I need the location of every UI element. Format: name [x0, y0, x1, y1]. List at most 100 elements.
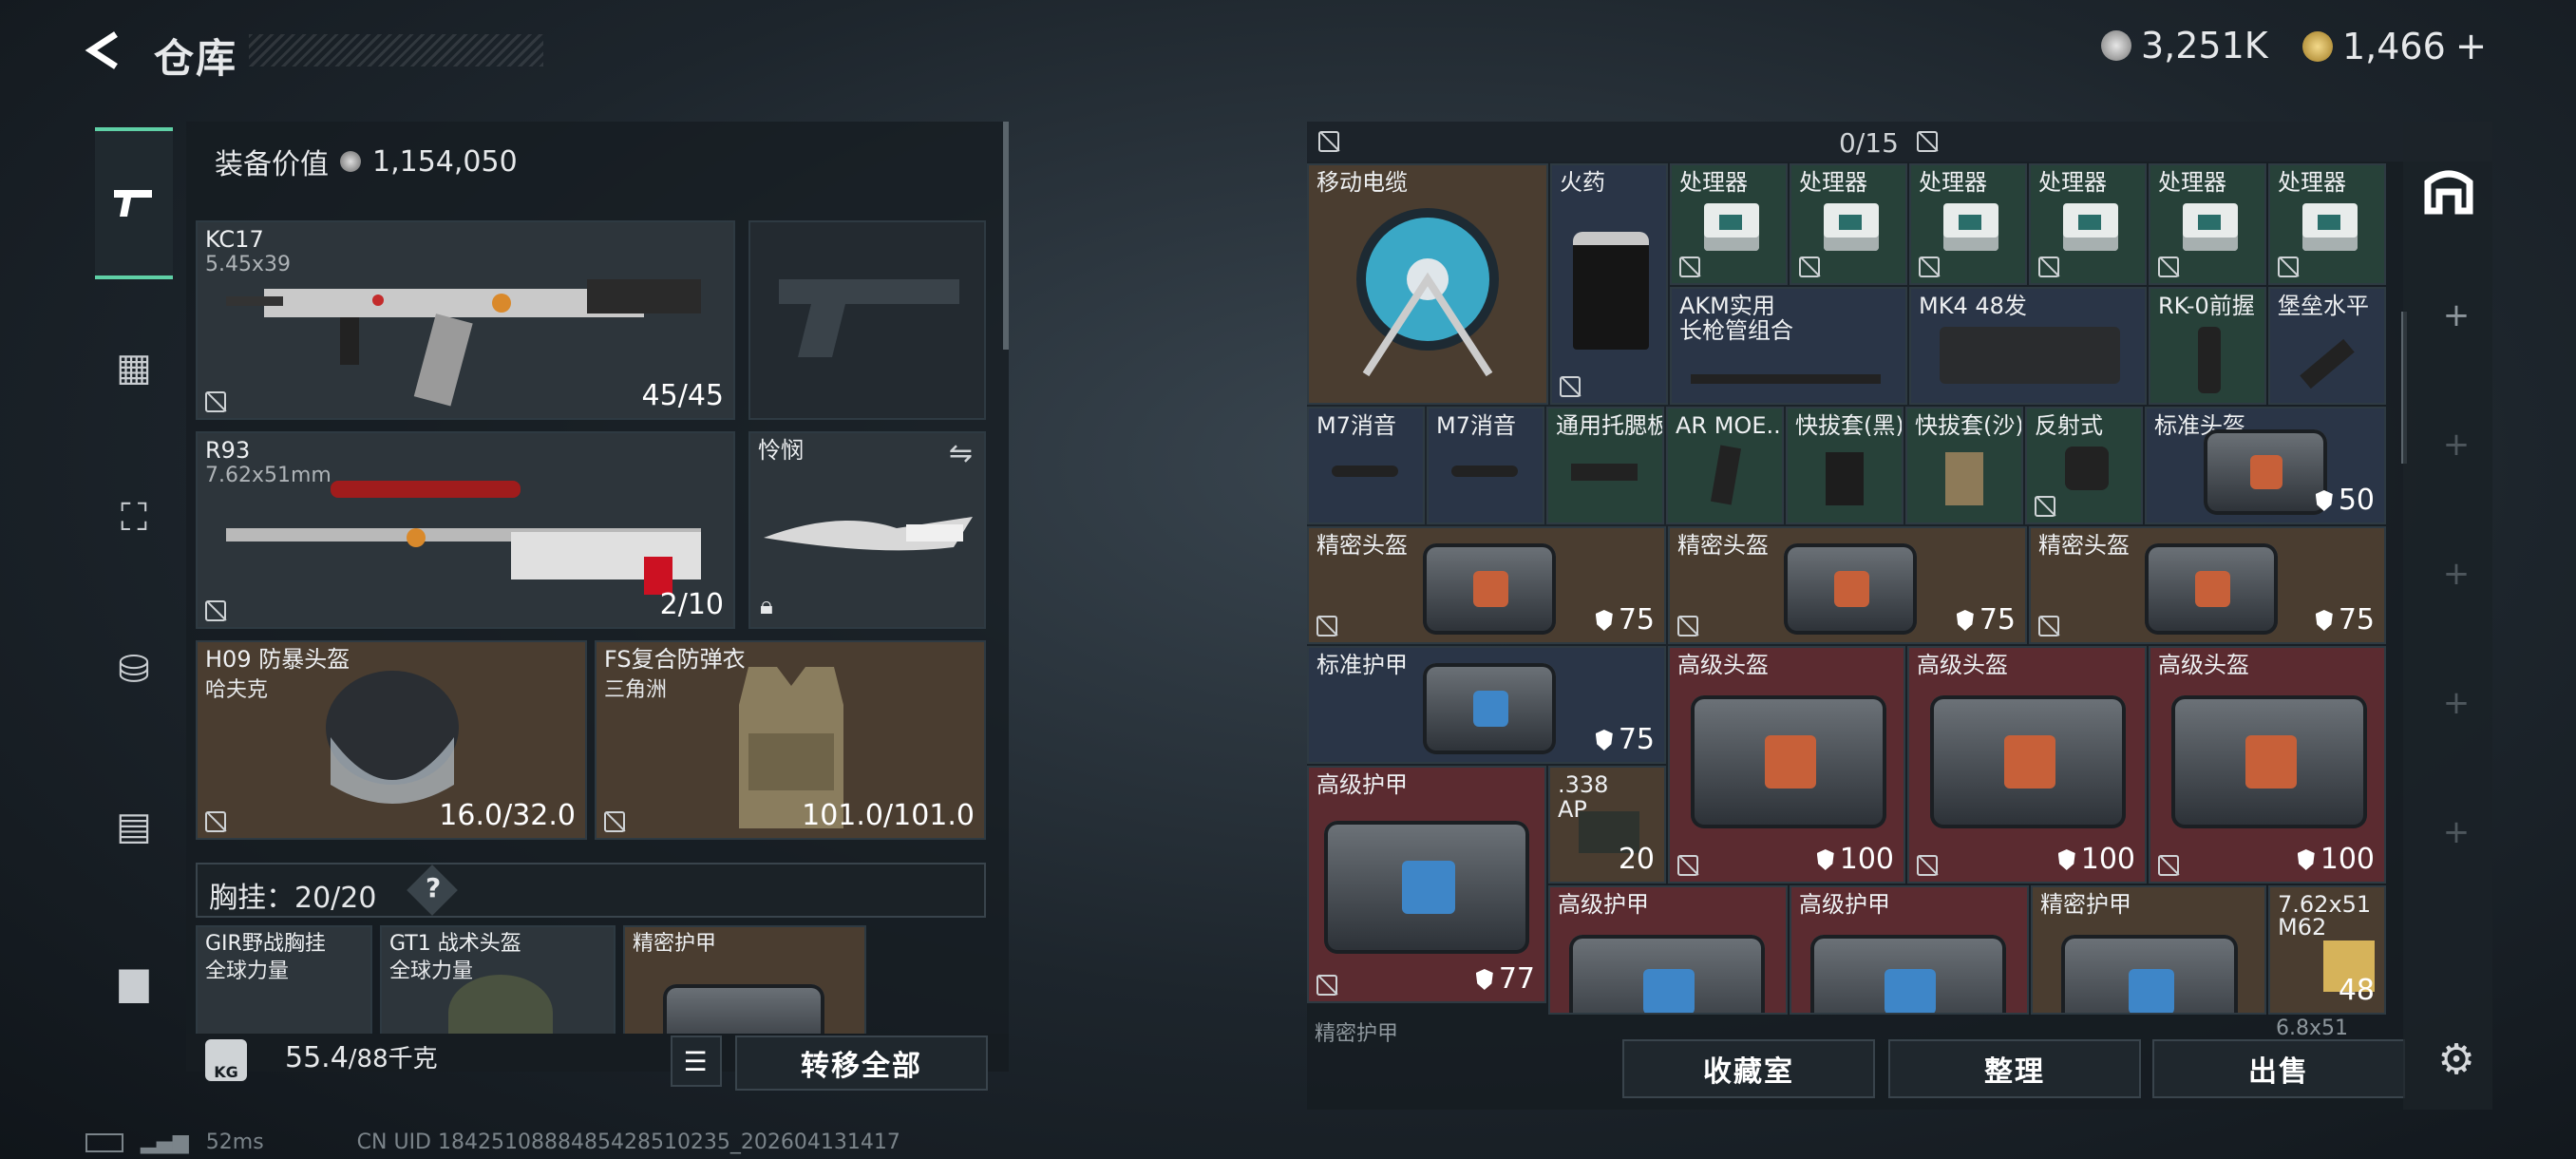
battery-icon [85, 1132, 123, 1152]
stash-item-ar-moe[interactable]: AR MOE... [1666, 407, 1784, 524]
attachment-image [2300, 338, 2355, 390]
armor-slot[interactable]: FS复合防弹衣 三角洲 101.0/101.0 [595, 640, 986, 840]
stash-item-adv-armor[interactable]: 高级护甲 [1790, 885, 2029, 1015]
stash-item-prec-helmet[interactable]: 精密头盔 75 [1307, 526, 1666, 644]
uid-readout: CN UID 1842510888485428510235_2026041314… [356, 1130, 900, 1154]
stash-item-m7-suppressor[interactable]: M7消音 [1307, 407, 1425, 524]
scrollbar[interactable] [1003, 122, 1009, 350]
stash-item-adv-helmet[interactable]: 高级头盔 100 [1668, 646, 1905, 884]
melee-slot[interactable]: 怜悯 ⇋ 🔒︎ [748, 431, 986, 629]
helmet-bag-image [1691, 695, 1886, 828]
item-name: 快拔套(黑) [1795, 412, 1904, 439]
stash-item-reflex-sight[interactable]: 反射式 [2025, 407, 2143, 524]
helmet-slot[interactable]: H09 防暴头盔 哈夫克 16.0/32.0 [196, 640, 587, 840]
stash-home-icon[interactable] [2422, 163, 2475, 217]
stash-item-std-armor[interactable]: 标准护甲 75 [1307, 646, 1666, 764]
stash-item-rk0-grip[interactable]: RK-0前握 [2149, 287, 2266, 405]
add-stash-tab-button[interactable]: + [2437, 684, 2475, 722]
stash-item-holster-black[interactable]: 快拔套(黑) [1786, 407, 1904, 524]
ammo-count: 20 [1618, 843, 1655, 876]
no-insure-icon [1917, 131, 1938, 152]
stash-item-adv-helmet[interactable]: 高级头盔 100 [2149, 646, 2386, 884]
item-name: 标准护甲 [1316, 652, 1408, 678]
stash-item-processor[interactable]: 处理器 [2268, 163, 2386, 285]
nav-bag[interactable]: ⛁ [95, 631, 173, 709]
stash-item-prec-helmet[interactable]: 精密头盔 75 [2029, 526, 2386, 644]
grip-image [2198, 327, 2221, 393]
stash-item-akm-barrel[interactable]: AKM实用 长枪管组合 [1670, 287, 1907, 405]
ammo-count: 45/45 [641, 379, 724, 412]
stash-item-m7-suppressor[interactable]: M7消音 [1427, 407, 1544, 524]
stash-item-processor[interactable]: 处理器 [2149, 163, 2266, 285]
add-stash-tab-button[interactable]: + [2437, 555, 2475, 593]
sort-button[interactable]: 整理 [1888, 1039, 2141, 1098]
stash-item-cheek-rest[interactable]: 通用托腮板 [1546, 407, 1664, 524]
currency-tokens[interactable]: 1,466 + [2302, 25, 2487, 68]
swap-icon[interactable]: ⇋ [949, 437, 973, 470]
stash-item-prec-helmet[interactable]: 精密头盔 75 [1668, 526, 2027, 644]
stash-item-prec-armor[interactable]: 精密护甲 [2031, 885, 2266, 1015]
shield-icon [1816, 849, 1834, 870]
stash-item-processor[interactable]: 处理器 [1909, 163, 2027, 285]
add-stash-tab-button[interactable]: + [2437, 426, 2475, 464]
stash-item-cable-reel[interactable]: 移动电缆 [1307, 163, 1548, 405]
primary-weapon-slot[interactable]: KC17 5.45x39 45/45 [196, 220, 735, 420]
item-name: 通用托腮板 [1556, 412, 1664, 439]
no-insure-icon [205, 811, 226, 832]
stash-item-std-helmet[interactable]: 标准头盔 50 [2145, 407, 2386, 524]
stash-item-holster-sand[interactable]: 快拔套(沙) [1905, 407, 2023, 524]
stash-item-processor[interactable]: 处理器 [1670, 163, 1788, 285]
item-name: 处理器 [2278, 169, 2346, 196]
item-name: 高级护甲 [1558, 891, 1649, 918]
coin-icon [340, 151, 361, 172]
weight-current: 55.4 [285, 1041, 349, 1074]
grip-image [1710, 445, 1742, 505]
stash-item-adv-armor[interactable]: 高级护甲 [1548, 885, 1788, 1015]
sell-button[interactable]: 出售 [2152, 1039, 2405, 1098]
stash-item-adv-armor[interactable]: 高级护甲 77 [1307, 766, 1546, 1003]
back-arrow-icon[interactable] [82, 28, 125, 72]
nav-clipboard[interactable]: ▤ [95, 788, 173, 865]
armor-bag-image [1423, 663, 1556, 754]
no-insure-icon [2278, 256, 2299, 277]
rig-item-2[interactable]: GT1 战术头盔 全球力量 [380, 925, 616, 1049]
stash-item-gunpowder[interactable]: 火药 [1550, 163, 1668, 405]
item-name: 高级头盔 [2158, 652, 2249, 678]
nav-vest[interactable]: ▦ [95, 329, 173, 407]
item-name: 处理器 [1679, 169, 1748, 196]
transfer-all-button[interactable]: 转移全部 [735, 1036, 988, 1091]
stash-item-adv-helmet[interactable]: 高级头盔 100 [1907, 646, 2147, 884]
token-amount: 1,466 [2342, 26, 2446, 67]
holster-image [1945, 452, 1983, 505]
nav-case[interactable]: ▆ [95, 942, 173, 1020]
secondary-weapon-slot[interactable]: R93 7.62x51mm 2/10 [196, 431, 735, 629]
durability: 75 [2315, 603, 2375, 636]
collection-room-button[interactable]: 收藏室 [1622, 1039, 1875, 1098]
equipment-value-amount: 1,154,050 [372, 144, 518, 179]
item-name: 快拔套(沙) [1915, 412, 2023, 439]
nav-backpack[interactable]: ⛶ [95, 479, 173, 557]
armor-bag-image [1324, 821, 1529, 954]
magazine-image [1940, 327, 2120, 384]
stash-item-bastion[interactable]: 堡垒水平 [2268, 287, 2386, 405]
settings-gear-icon[interactable]: ⚙ [2437, 1036, 2475, 1084]
add-currency-button[interactable]: + [2455, 25, 2488, 68]
no-insure-icon [205, 600, 226, 621]
knife-image [764, 517, 973, 551]
stash-item-processor[interactable]: 处理器 [2029, 163, 2147, 285]
sidearm-slot[interactable] [748, 220, 986, 420]
processor-image [2302, 203, 2358, 251]
stash-item-338-ammo[interactable]: .338 AP 20 [1548, 766, 1666, 884]
stash-item-processor[interactable]: 处理器 [1790, 163, 1907, 285]
nav-weapons[interactable] [95, 127, 173, 279]
stash-item-mk4-mag[interactable]: MK4 48发 [1909, 287, 2147, 405]
add-stash-tab-button[interactable]: + [2437, 296, 2475, 334]
chest-rig-header[interactable]: 胸挂：20/20 ? [196, 863, 986, 918]
item-name: 高级头盔 [1677, 652, 1769, 678]
add-stash-tab-button[interactable]: + [2437, 813, 2475, 851]
stash-item-m62-ammo[interactable]: 7.62x51 M62 48 [2268, 885, 2386, 1015]
list-view-button[interactable]: ☰ [671, 1036, 722, 1087]
shield-icon [2315, 610, 2333, 631]
rig-item-3[interactable]: 精密护甲 [623, 925, 866, 1049]
rig-item-1[interactable]: GIR野战胸挂 全球力量 [196, 925, 372, 1049]
